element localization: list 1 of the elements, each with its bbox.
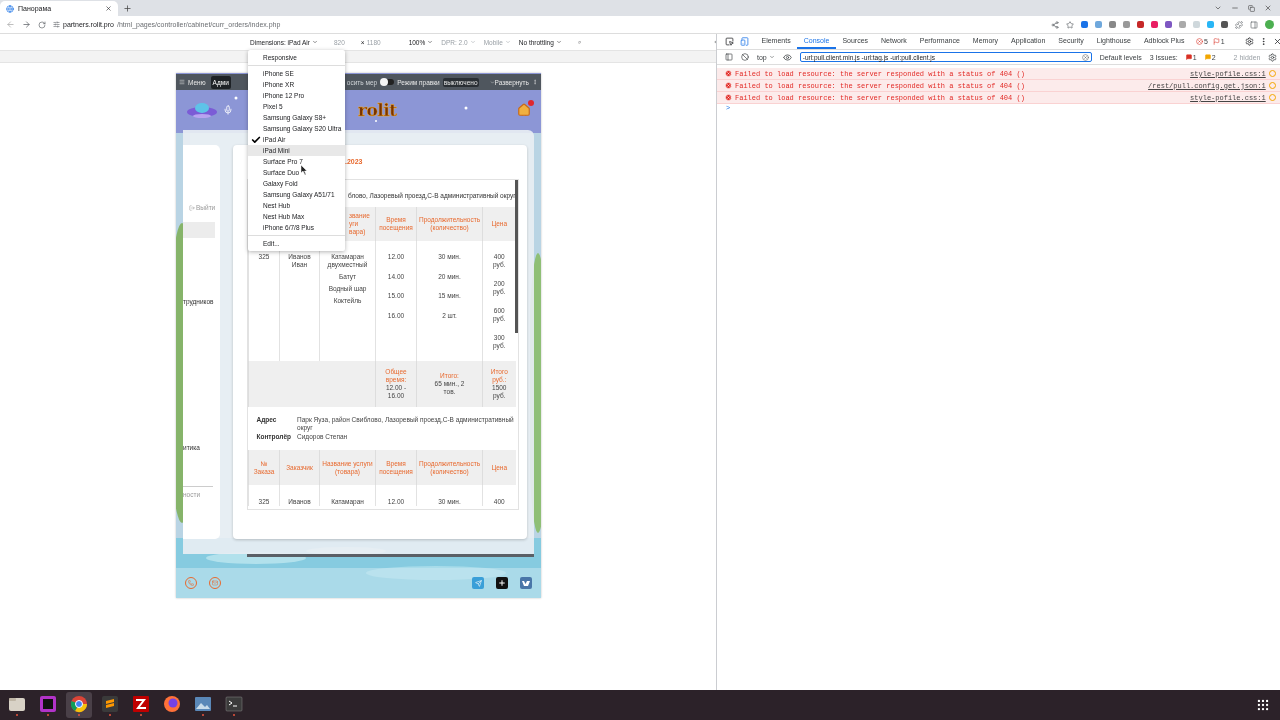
rolit-logo: rolit bbox=[358, 100, 397, 120]
